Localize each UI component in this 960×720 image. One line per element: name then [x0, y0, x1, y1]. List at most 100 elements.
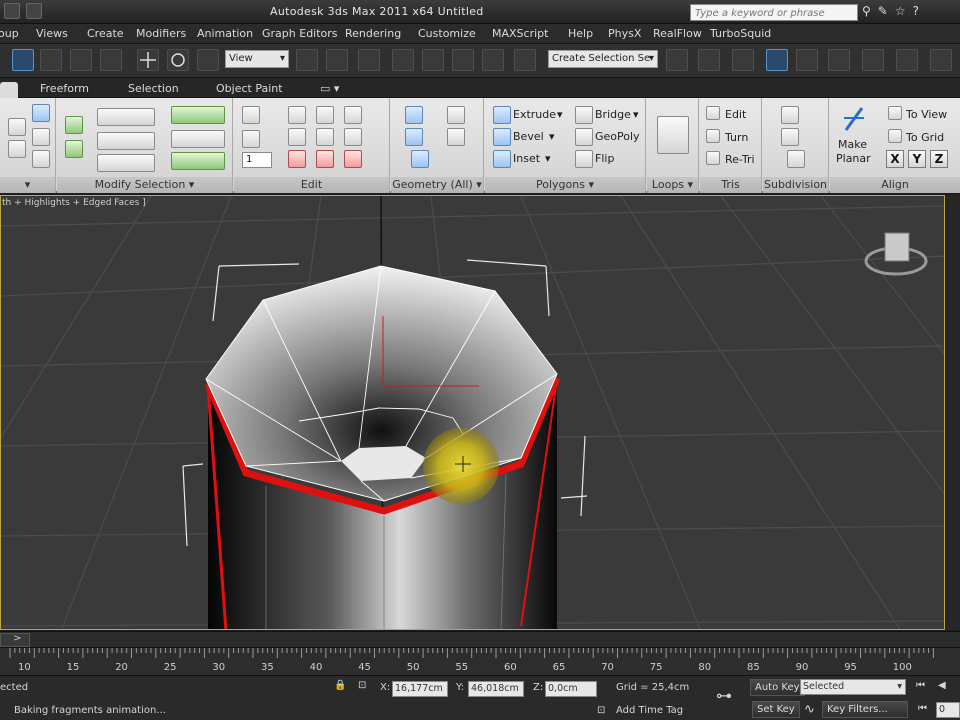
tab-object-paint[interactable]: Object Paint	[216, 82, 283, 95]
bevel-icon[interactable]	[493, 128, 511, 146]
key-mode-dropdown[interactable]: Selected ▾	[800, 679, 906, 695]
mirror-icon[interactable]	[666, 49, 688, 71]
pivot-icon[interactable]	[296, 49, 318, 71]
key-filters-button[interactable]: Key Filters...	[822, 701, 908, 718]
loops-label[interactable]: Loops ▾	[647, 177, 698, 193]
help-icon[interactable]: ?	[913, 4, 919, 18]
angle-snap-icon[interactable]	[422, 49, 444, 71]
element-mode-icon[interactable]	[32, 150, 50, 168]
inset-button[interactable]: Inset	[513, 152, 540, 165]
collapse-icon[interactable]	[447, 106, 465, 124]
loop-selection-icon[interactable]	[97, 108, 155, 126]
modify-selection-label[interactable]: Modify Selection ▾	[57, 177, 232, 193]
grow-selection-icon[interactable]	[65, 116, 83, 134]
menu-graph-editors[interactable]: Graph Editors	[262, 27, 338, 40]
connect-icon[interactable]	[316, 128, 334, 146]
named-selection-dropdown[interactable]: Create Selection Se	[548, 50, 658, 68]
menu-modifiers[interactable]: Modifiers	[136, 27, 186, 40]
layer-manager-icon[interactable]	[732, 49, 754, 71]
tab-selection[interactable]: Selection	[128, 82, 179, 95]
search-input[interactable]: Type a keyword or phrase	[690, 4, 858, 21]
flip-button[interactable]: Flip	[595, 152, 614, 165]
scale-icon[interactable]	[197, 49, 219, 71]
loop-tools-icon[interactable]	[657, 116, 689, 154]
go-to-start-icon[interactable]: ⏮	[916, 680, 925, 691]
menu-physx[interactable]: PhysX	[608, 27, 641, 40]
percent-snap-icon[interactable]	[452, 49, 474, 71]
align-icon[interactable]	[698, 49, 720, 71]
add-time-tag-button[interactable]: Add Time Tag	[616, 705, 683, 716]
to-view-icon[interactable]	[888, 106, 902, 120]
window-crossing-icon[interactable]	[100, 49, 122, 71]
move-icon[interactable]	[137, 49, 159, 71]
cylinder-object[interactable]	[204, 265, 561, 630]
lock-selection-icon[interactable]: 🔒	[334, 680, 346, 691]
to-grid-icon[interactable]	[888, 129, 902, 143]
rotate-icon[interactable]	[167, 49, 189, 71]
binoculars-icon[interactable]: ⚲	[862, 4, 871, 18]
preserve-uvs-icon[interactable]	[242, 106, 260, 124]
vertex-mode-icon[interactable]	[8, 118, 26, 136]
geopoly-button[interactable]: GeoPoly	[595, 130, 640, 143]
time-tag-icon[interactable]: ⊡	[597, 705, 605, 716]
current-frame-field[interactable]: 0	[936, 702, 960, 718]
create-geometry-icon[interactable]	[405, 128, 423, 146]
extrude-icon[interactable]	[493, 106, 511, 124]
bevel-button[interactable]: Bevel	[513, 130, 544, 143]
bridge-icon[interactable]	[575, 106, 593, 124]
go-to-start-alt-icon[interactable]: ⏮	[918, 703, 927, 714]
z-coord-field[interactable]: 0,0cm	[545, 681, 597, 697]
render-frame-icon[interactable]	[930, 49, 952, 71]
cut-icon[interactable]	[288, 128, 306, 146]
menu-maxscript[interactable]: MAXScript	[492, 27, 548, 40]
open-file-icon[interactable]	[26, 3, 42, 19]
bevel-settings-icon[interactable]: ▾	[549, 130, 555, 143]
extrude-settings-icon[interactable]: ▾	[557, 108, 563, 121]
make-planar-button[interactable]: Make Planar	[834, 104, 874, 165]
inset-icon[interactable]	[493, 150, 511, 168]
cube-icon[interactable]	[344, 150, 362, 168]
ring-mode-icon[interactable]	[171, 152, 225, 170]
geopoly-icon[interactable]	[575, 128, 593, 146]
auto-key-button[interactable]: Auto Key	[750, 679, 805, 696]
ribbon-options-icon[interactable]: ▭ ▾	[320, 82, 339, 95]
extrude-button[interactable]: Extrude	[513, 108, 556, 121]
graphite-tools-icon[interactable]	[766, 49, 788, 71]
shrink-selection-icon[interactable]	[65, 140, 83, 158]
curve-editor-icon[interactable]	[796, 49, 818, 71]
edge-mode-icon[interactable]	[32, 104, 50, 122]
tools-icon[interactable]: ✎	[878, 4, 888, 18]
select-object-icon[interactable]	[12, 49, 34, 71]
menu-animation[interactable]: Animation	[197, 27, 253, 40]
x-coord-field[interactable]: 16,177cm	[392, 681, 448, 697]
align-z-button[interactable]: Z	[930, 150, 948, 168]
border-mode-icon[interactable]	[8, 140, 26, 158]
material-editor-icon[interactable]	[862, 49, 884, 71]
perspective-viewport[interactable]	[0, 195, 945, 630]
bridge-button[interactable]: Bridge	[595, 108, 631, 121]
select-by-name-icon[interactable]	[40, 49, 62, 71]
snap-toggle-icon[interactable]	[392, 49, 414, 71]
keyboard-shortcut-icon[interactable]	[358, 49, 380, 71]
retri-icon[interactable]	[706, 151, 720, 165]
reference-coordinate-dropdown[interactable]: View	[225, 50, 289, 68]
repeat-icon[interactable]	[242, 130, 260, 148]
paint-connect-icon[interactable]	[344, 106, 362, 124]
inset-settings-icon[interactable]: ▾	[545, 152, 551, 165]
remove-icon[interactable]	[288, 150, 306, 168]
render-setup-icon[interactable]	[896, 49, 918, 71]
manipulate-icon[interactable]	[326, 49, 348, 71]
menu-rendering[interactable]: Rendering	[345, 27, 401, 40]
set-key-icon[interactable]: ∿	[804, 702, 815, 717]
edit-tris-icon[interactable]	[706, 106, 720, 120]
meshsmooth-icon[interactable]	[781, 106, 799, 124]
spinner-snap-icon[interactable]	[482, 49, 504, 71]
polygon-mode-icon[interactable]	[32, 128, 50, 146]
shrink-loop-icon[interactable]	[171, 130, 225, 148]
y-coord-field[interactable]: 46,018cm	[468, 681, 524, 697]
menu-realflow[interactable]: RealFlow	[653, 27, 702, 40]
turn-icon[interactable]	[706, 129, 720, 143]
edit-named-selection-icon[interactable]	[514, 49, 536, 71]
create-icon[interactable]	[316, 150, 334, 168]
previous-frame-icon[interactable]: ◀	[938, 680, 946, 691]
